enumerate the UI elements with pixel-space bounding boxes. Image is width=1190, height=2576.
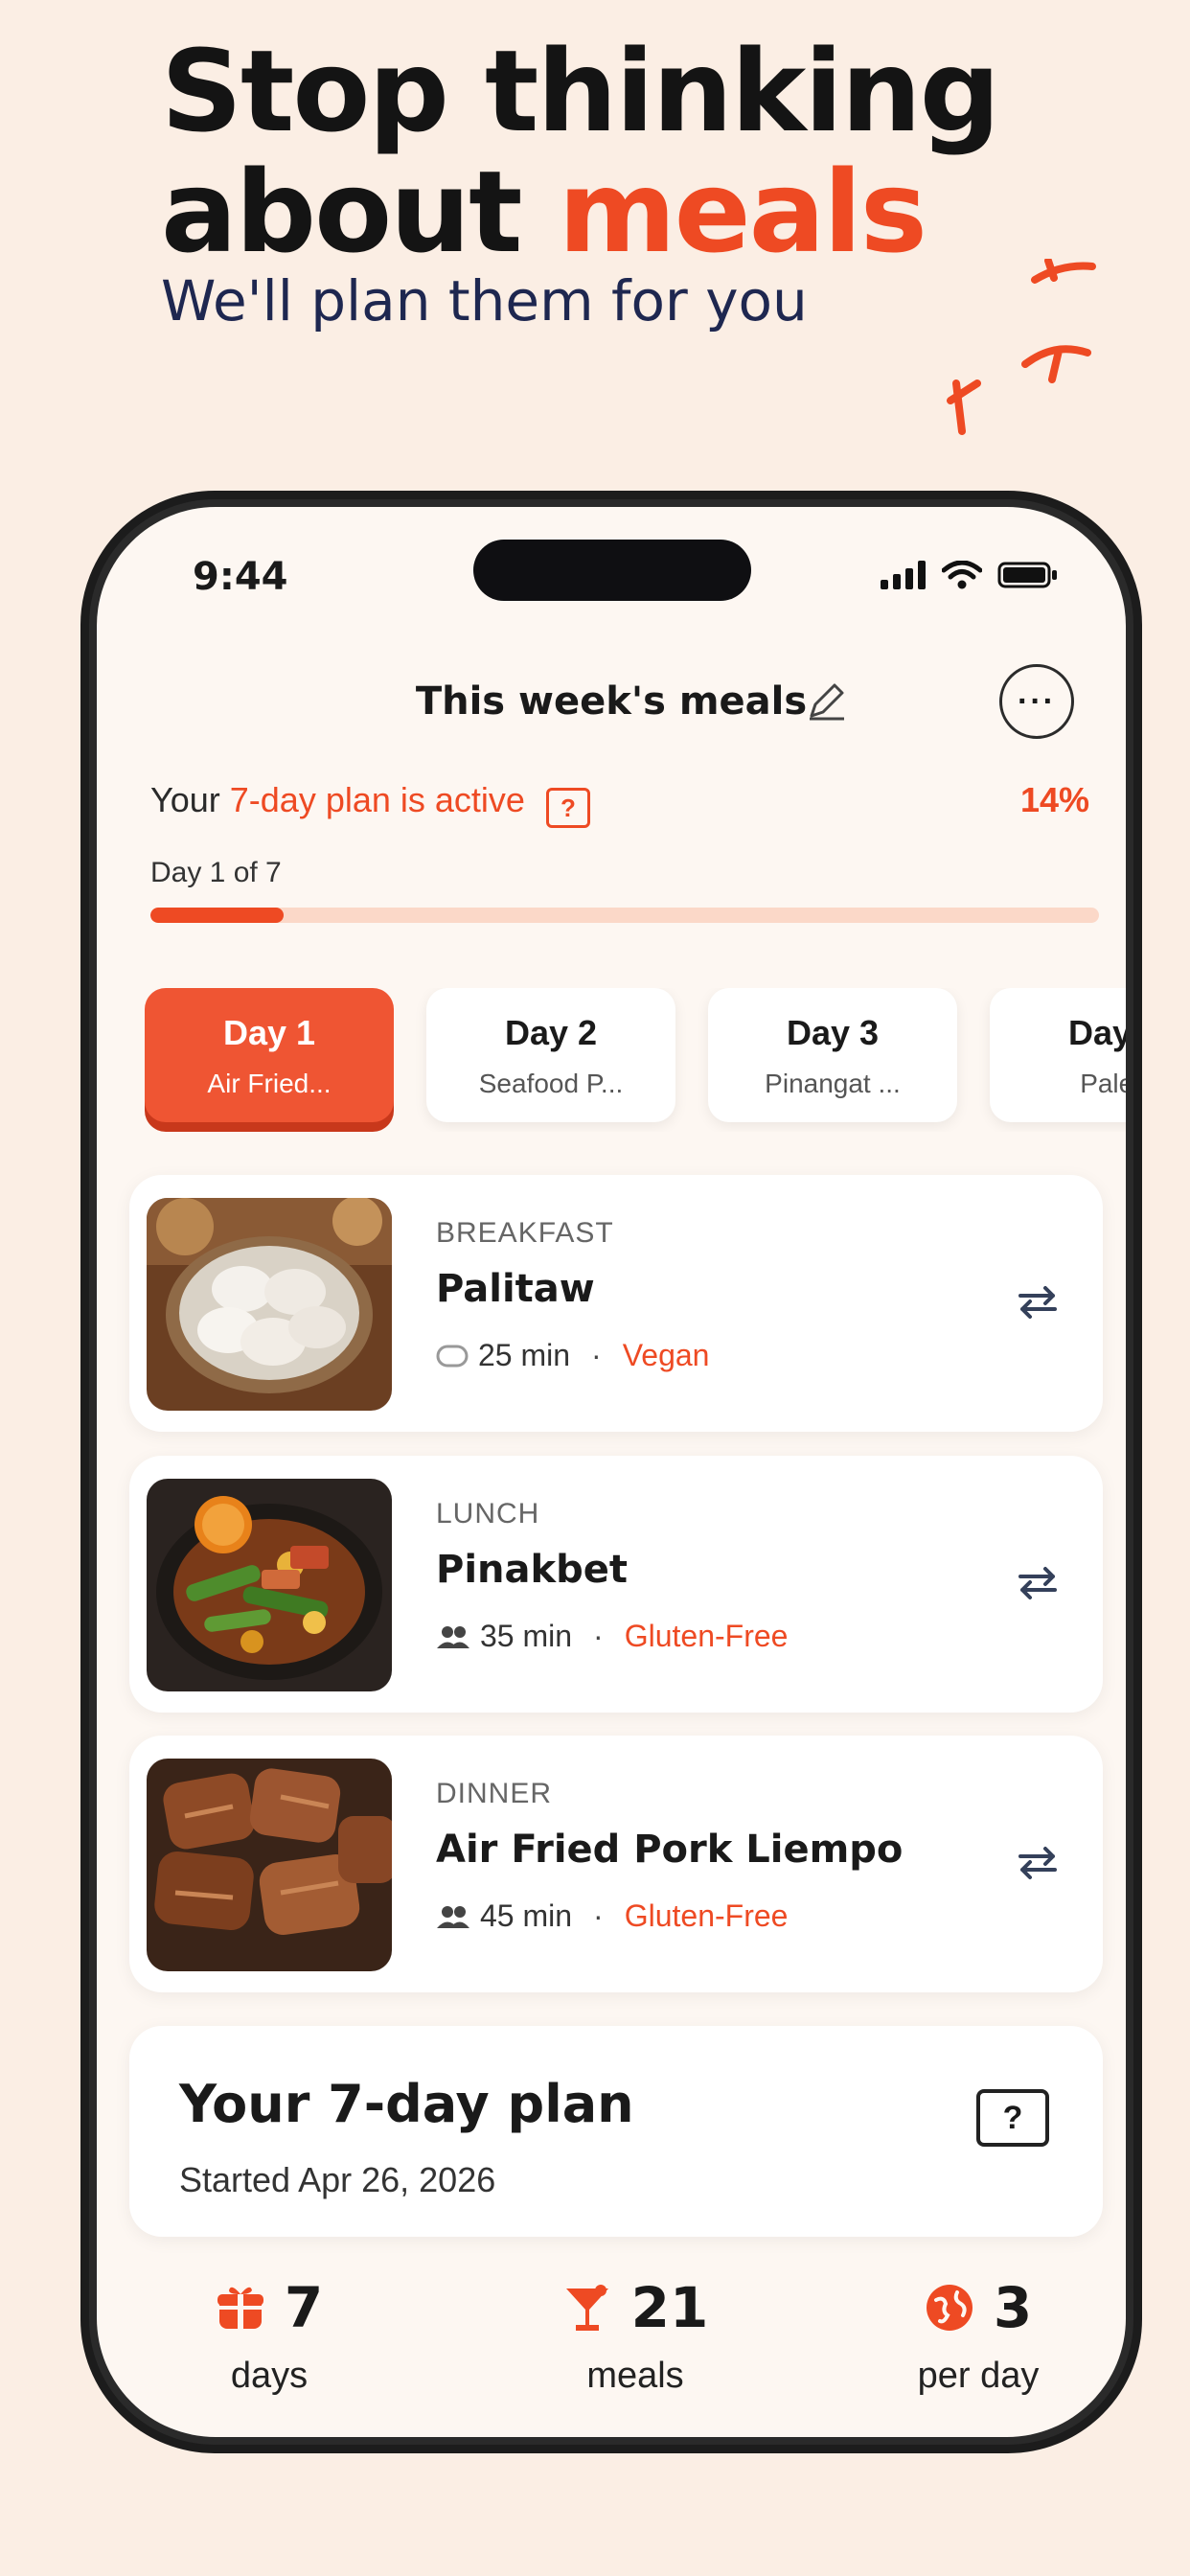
meal-type: DINNER <box>436 1778 553 1809</box>
stat-label: meals <box>586 2356 684 2396</box>
meal-meta: 35 min · Gluten-Free <box>436 1619 788 1654</box>
signal-icon <box>881 561 926 589</box>
day-of-label: Day 1 of 7 <box>150 857 282 888</box>
plan-help-button[interactable]: ? <box>545 787 590 828</box>
promo-subheadline: We'll plan them for you <box>161 268 808 334</box>
edit-pencil-icon[interactable] <box>806 679 848 722</box>
status-icons <box>881 561 1059 589</box>
nav-title: This week's meals <box>415 679 808 724</box>
summary-start-date: Started Apr 26, 2026 <box>179 2160 496 2199</box>
gift-icon <box>217 2287 263 2329</box>
tab-day-2[interactable]: Day 2 Seafood P... <box>426 988 675 1122</box>
meal-card-breakfast[interactable]: BREAKFAST Palitaw 25 min · Vegan <box>129 1175 1103 1432</box>
meal-type: BREAKFAST <box>436 1217 614 1249</box>
meal-name: Pinakbet <box>436 1548 628 1592</box>
day-tabs: Day 1 Air Fried... Day 2 Seafood P... Da… <box>145 988 1126 1132</box>
tab-day-4[interactable]: Day 4 Paleo <box>990 988 1126 1122</box>
meal-time: 25 min <box>478 1338 571 1372</box>
day-tab-sub: Air Fried... <box>207 1069 332 1098</box>
meal-card-lunch[interactable]: LUNCH Pinakbet 35 min · Gluten-Free <box>129 1456 1103 1713</box>
plan-active-text: 7-day plan is active <box>229 780 525 819</box>
meal-diet-tag: Gluten-Free <box>624 1898 789 1933</box>
tab-day-3[interactable]: Day 3 Pinangat ... <box>708 988 957 1122</box>
meal-time: 45 min <box>480 1898 573 1933</box>
day-tab-label: Day 4 <box>1067 1013 1126 1052</box>
meal-photo-palitaw <box>147 1198 392 1411</box>
stat-per-day: 3 per day <box>854 2275 1103 2397</box>
clock-icon <box>436 1345 469 1367</box>
day-tab-sub: Paleo <box>1080 1069 1126 1098</box>
meal-name: Air Fried Pork Liempo <box>436 1828 904 1872</box>
swap-meal-icon[interactable] <box>1015 1282 1061 1321</box>
day-tab-sub: Pinangat ... <box>765 1069 901 1098</box>
day-tab-label: Day 1 <box>222 1013 316 1052</box>
plan-progress-bar <box>150 908 1099 923</box>
phone-screen: 9:44 This week's meals ··· Your 7-day pl… <box>97 507 1126 2437</box>
summary-help-button[interactable]: ? <box>976 2089 1049 2147</box>
plan-status-prefix: Your <box>150 780 220 819</box>
phone-frame: 9:44 This week's meals ··· Your 7-day pl… <box>80 491 1142 2453</box>
meal-photo-pork-liempo <box>147 1759 392 1971</box>
stat-days: 7 days <box>145 2275 394 2397</box>
stat-label: per day <box>917 2356 1040 2396</box>
wifi-icon <box>942 561 982 589</box>
headline-line-2: about meals <box>161 151 1081 272</box>
people-icon <box>437 1905 469 1928</box>
people-icon <box>437 1625 469 1648</box>
swap-meal-icon[interactable] <box>1015 1843 1061 1881</box>
meal-type: LUNCH <box>436 1498 540 1530</box>
top-nav: This week's meals ··· <box>97 651 1126 756</box>
plan-stats: 7 days 21 meals 3 per day <box>97 2275 1126 2409</box>
day-tab-label: Day 2 <box>504 1013 598 1052</box>
plan-summary-card: Your 7-day plan Started Apr 26, 2026 ? <box>129 2026 1103 2237</box>
meta-separator: · <box>593 1898 604 1933</box>
stat-meals: 21 meals <box>511 2275 760 2397</box>
headline-line-1: Stop thinking <box>161 25 1000 157</box>
day-tab-label: Day 3 <box>786 1013 880 1052</box>
meal-diet-tag: Gluten-Free <box>624 1619 789 1653</box>
stat-value: 3 <box>993 2275 1033 2340</box>
meal-meta: 45 min · Gluten-Free <box>436 1898 788 1934</box>
plan-progress-fill <box>150 908 284 923</box>
globe-icon <box>926 2285 973 2331</box>
more-options-button[interactable]: ··· <box>999 664 1074 739</box>
status-time: 9:44 <box>193 555 288 599</box>
meal-meta: 25 min · Vegan <box>436 1338 709 1373</box>
plan-status: Your 7-day plan is active ? 14% <box>150 780 1089 838</box>
meal-card-dinner[interactable]: DINNER Air Fried Pork Liempo 45 min · Gl… <box>129 1736 1103 1992</box>
sparkle-doodle-icon <box>947 259 1096 435</box>
status-bar: 9:44 <box>97 507 1126 641</box>
day-tab-sub: Seafood P... <box>478 1069 624 1098</box>
meta-separator: · <box>591 1338 602 1372</box>
plan-percent: 14% <box>1019 780 1089 819</box>
cocktail-icon <box>565 2285 608 2331</box>
headline-accent: meals <box>558 146 927 278</box>
stat-value: 21 <box>630 2275 709 2340</box>
plan-status-text: Your 7-day plan is active <box>150 780 535 819</box>
tab-day-1[interactable]: Day 1 Air Fried... <box>145 988 394 1122</box>
meal-diet-tag: Vegan <box>622 1338 710 1372</box>
meal-time: 35 min <box>480 1619 573 1653</box>
battery-icon <box>997 562 1057 588</box>
headline-prefix: about <box>161 146 523 278</box>
dynamic-island <box>473 540 751 601</box>
swap-meal-icon[interactable] <box>1015 1563 1061 1601</box>
stat-label: days <box>230 2356 309 2396</box>
promo-headline: Stop thinking about meals <box>161 31 1081 272</box>
summary-title: Your 7-day plan <box>179 2074 634 2134</box>
stat-value: 7 <box>284 2275 324 2340</box>
meta-separator: · <box>593 1619 604 1653</box>
meal-name: Palitaw <box>436 1267 595 1311</box>
meal-photo-pinakbet <box>147 1479 392 1691</box>
